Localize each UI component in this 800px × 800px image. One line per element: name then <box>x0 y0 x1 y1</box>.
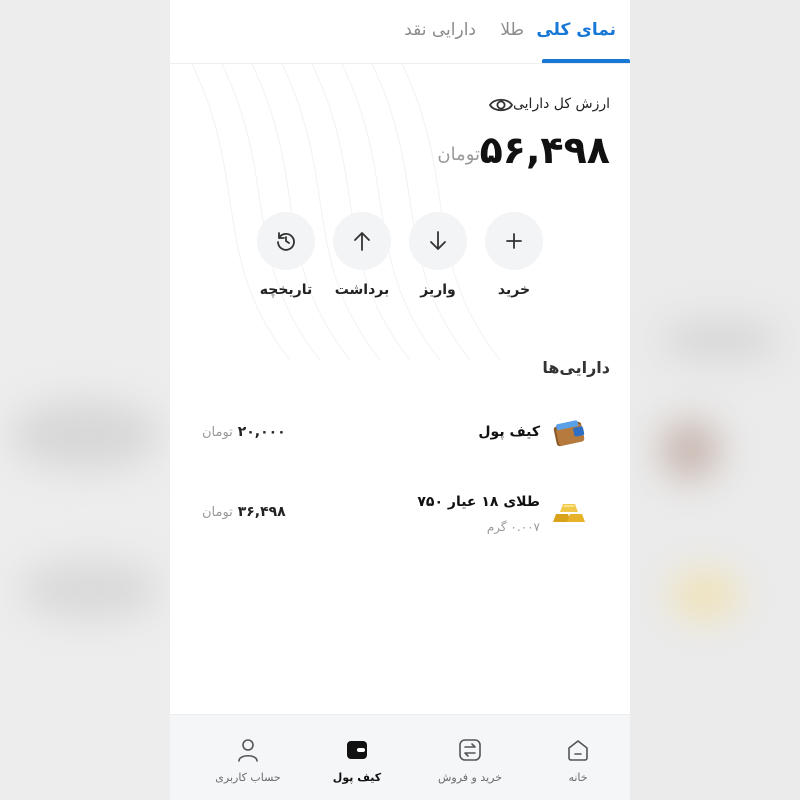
nav-trade-label: خرید و فروش <box>437 771 503 784</box>
nav-account[interactable]: حساب کاربری <box>193 737 303 784</box>
bottom-navigation: خانه خرید و فروش کیف پول حساب کاربری <box>170 714 630 800</box>
asset-amount: ۲۰,۰۰۰ تومان <box>202 424 286 440</box>
asset-row-wallet[interactable]: کیف پول ۲۰,۰۰۰ تومان <box>170 408 630 468</box>
wallet-icon <box>347 741 367 759</box>
total-assets-label: ارزش کل دارایی <box>512 96 610 112</box>
wallet-icon <box>553 420 585 447</box>
gold-bars-icon <box>553 504 585 522</box>
wallet-screen: نمای کلی طلا دارایی نقد ارزش کل دارایی ۵… <box>170 0 630 800</box>
asset-amount-value: ۳۶,۴۹۸ <box>237 504 286 520</box>
asset-amount-unit: تومان <box>202 505 233 520</box>
nav-account-label: حساب کاربری <box>215 771 281 784</box>
total-assets-value: ۵۶,۴۹۸ <box>479 128 610 172</box>
exchange-icon <box>459 739 481 761</box>
blurred-background-left <box>0 0 170 800</box>
tab-cash-assets[interactable]: دارایی نقد <box>404 20 476 40</box>
home-icon <box>568 740 588 761</box>
asset-amount: ۳۶,۴۹۸ تومان <box>202 504 286 520</box>
deposit-button[interactable]: واریز <box>403 212 473 298</box>
withdraw-button[interactable]: برداشت <box>327 212 397 298</box>
buy-button[interactable]: خرید <box>479 212 549 298</box>
blurred-background-right <box>630 0 800 800</box>
history-label: تاریخچه <box>259 282 313 298</box>
nav-trade[interactable]: خرید و فروش <box>415 737 525 784</box>
nav-home[interactable]: خانه <box>523 737 630 784</box>
tab-gold[interactable]: طلا <box>500 20 524 40</box>
asset-amount-value: ۲۰,۰۰۰ <box>237 424 286 440</box>
nav-wallet-label: کیف پول <box>332 771 382 784</box>
asset-name: طلای ۱۸ عیار ۷۵۰ <box>417 494 540 510</box>
user-icon <box>238 739 258 762</box>
asset-amount-unit: تومان <box>202 425 233 440</box>
tab-overview[interactable]: نمای کلی <box>536 20 616 40</box>
history-button[interactable]: تاریخچه <box>251 212 321 298</box>
nav-home-label: خانه <box>568 771 588 784</box>
plus-icon <box>506 233 522 249</box>
active-tab-indicator <box>542 59 630 63</box>
top-tabs: نمای کلی طلا دارایی نقد <box>170 0 630 64</box>
assets-section-title: دارایی‌ها <box>542 358 610 377</box>
arrow-down-icon <box>430 231 446 250</box>
nav-wallet[interactable]: کیف پول <box>302 737 412 784</box>
withdraw-label: برداشت <box>334 282 390 298</box>
history-icon <box>277 232 295 251</box>
arrow-up-icon <box>354 232 370 251</box>
asset-weight: ۰.۰۰۷ گرم <box>486 520 540 534</box>
eye-icon[interactable] <box>488 94 514 116</box>
total-assets-unit: تومان <box>437 144 480 165</box>
asset-row-gold[interactable]: طلای ۱۸ عیار ۷۵۰ ۰.۰۰۷ گرم ۳۶,۴۹۸ تومان <box>170 488 630 548</box>
asset-name: کیف پول <box>478 424 540 440</box>
deposit-label: واریز <box>420 282 456 298</box>
buy-label: خرید <box>497 282 531 298</box>
